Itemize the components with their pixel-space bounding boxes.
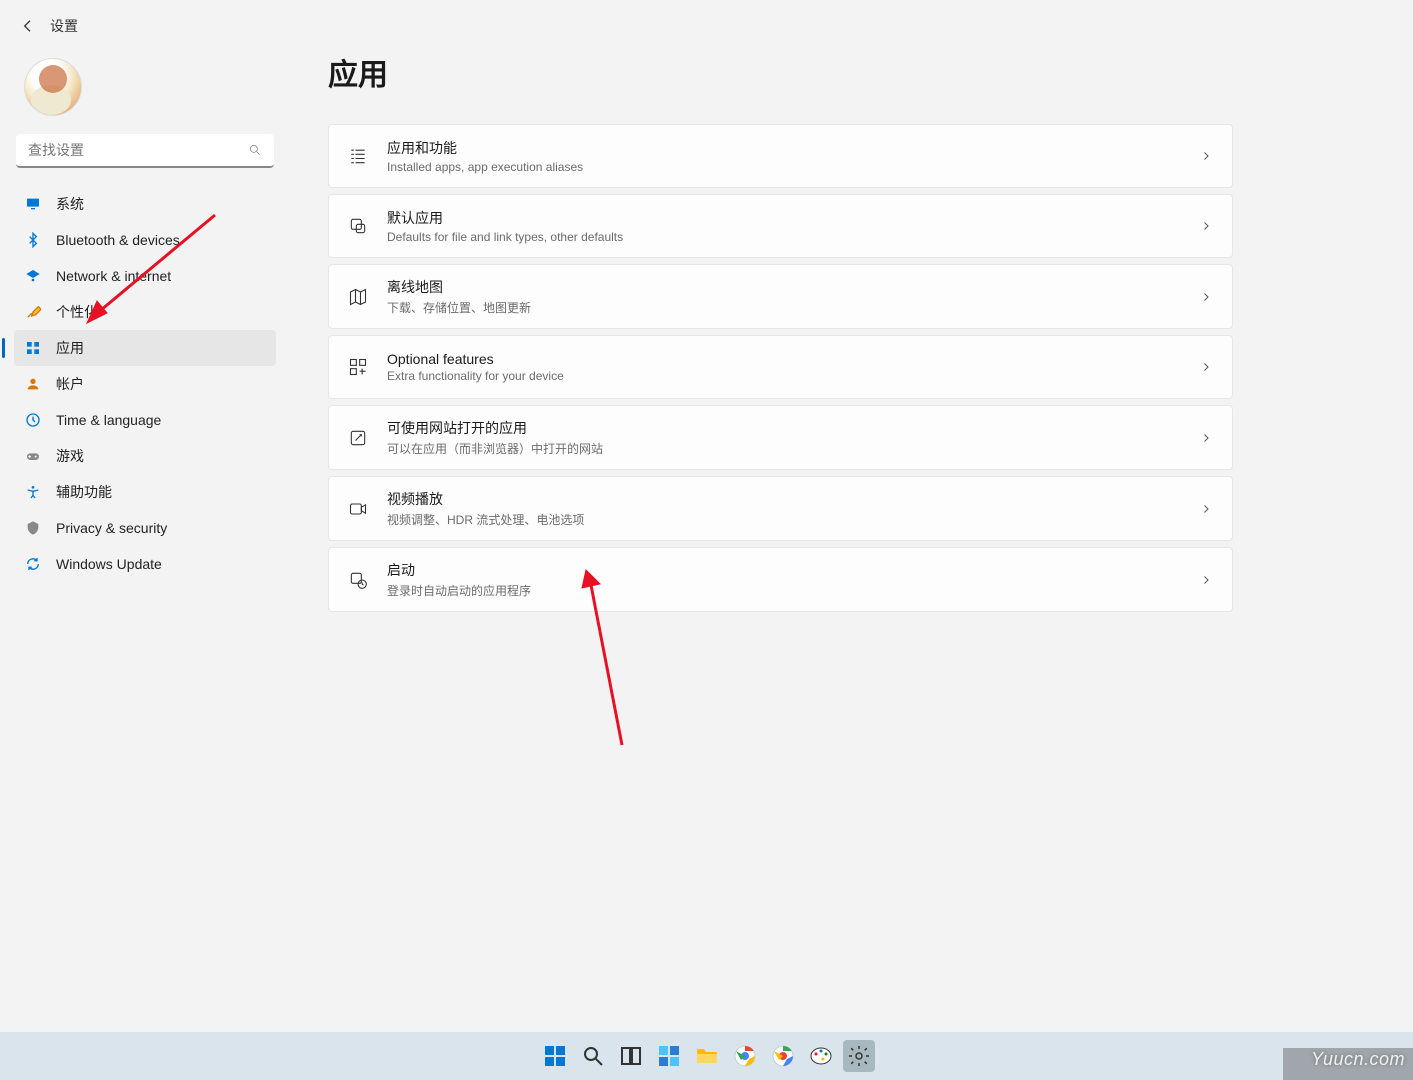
brush-icon [24,303,42,321]
settings-card-startup[interactable]: 启动登录时自动启动的应用程序 [328,547,1233,612]
time-icon [24,411,42,429]
card-subtitle: Extra functionality for your device [387,369,1200,383]
header-title: 设置 [50,16,78,36]
settings-taskbar-icon[interactable] [843,1040,875,1072]
window-header: 设置 [0,0,1413,46]
map-icon [347,286,369,308]
card-subtitle: 视频调整、HDR 流式处理、电池选项 [387,511,1200,528]
card-subtitle: 可以在应用（而非浏览器）中打开的网站 [387,440,1200,457]
chevron-right-icon [1200,502,1214,516]
card-title: 视频播放 [387,489,1200,509]
update-icon [24,555,42,573]
accessibility-icon [24,483,42,501]
card-title: Optional features [387,351,1200,367]
apps-icon [24,339,42,357]
gaming-icon [24,447,42,465]
video-icon [347,498,369,520]
card-text: Optional features Extra functionality for… [387,351,1200,383]
card-title: 默认应用 [387,208,1200,228]
privacy-icon [24,519,42,537]
back-button[interactable] [20,18,36,34]
paint-icon[interactable] [805,1040,837,1072]
link-icon [347,427,369,449]
card-text: 默认应用 Defaults for file and link types, ot… [387,208,1200,244]
card-subtitle: 登录时自动启动的应用程序 [387,582,1200,599]
chevron-right-icon [1200,149,1214,163]
sidebar-item-label: 游戏 [56,446,84,466]
sidebar-item-gaming[interactable]: 游戏 [14,438,276,474]
card-subtitle: 下载、存储位置、地图更新 [387,299,1200,316]
widgets-icon[interactable] [653,1040,685,1072]
sidebar: 系统 Bluetooth & devices Network & internet 个… [0,42,290,582]
task-view-icon[interactable] [615,1040,647,1072]
taskbar-search-icon[interactable] [577,1040,609,1072]
card-title: 应用和功能 [387,138,1200,158]
chevron-right-icon [1200,219,1214,233]
file-explorer-icon[interactable] [691,1040,723,1072]
card-title: 离线地图 [387,277,1200,297]
account-icon [24,375,42,393]
settings-card-video[interactable]: 视频播放视频调整、HDR 流式处理、电池选项 [328,476,1233,541]
chevron-right-icon [1200,360,1214,374]
grid-icon [347,356,369,378]
card-text: 启动登录时自动启动的应用程序 [387,560,1200,599]
settings-card-link[interactable]: 可使用网站打开的应用可以在应用（而非浏览器）中打开的网站 [328,405,1233,470]
card-text: 可使用网站打开的应用可以在应用（而非浏览器）中打开的网站 [387,418,1200,457]
card-title: 可使用网站打开的应用 [387,418,1200,438]
card-text: 离线地图下载、存储位置、地图更新 [387,277,1200,316]
sidebar-item-label: 系统 [56,194,84,214]
taskbar [0,1032,1413,1080]
nav-list: 系统 Bluetooth & devices Network & internet 个… [14,186,276,582]
settings-card-grid[interactable]: Optional features Extra functionality for… [328,335,1233,399]
chrome-canary-icon[interactable] [767,1040,799,1072]
sidebar-item-label: Network & internet [56,268,171,284]
search-box [16,134,274,168]
sidebar-item-bluetooth[interactable]: Bluetooth & devices [14,222,276,258]
sidebar-item-label: 辅助功能 [56,482,112,502]
card-text: 应用和功能 Installed apps, app execution alias… [387,138,1200,174]
card-subtitle: Installed apps, app execution aliases [387,160,1200,174]
start-button[interactable] [539,1040,571,1072]
user-avatar[interactable] [24,58,82,116]
settings-card-list: 应用和功能 Installed apps, app execution alias… [328,124,1233,612]
sidebar-item-network[interactable]: Network & internet [14,258,276,294]
search-icon [248,143,264,159]
card-subtitle: Defaults for file and link types, other … [387,230,1200,244]
sidebar-item-label: Windows Update [56,556,162,572]
sidebar-item-label: Time & language [56,412,161,428]
sidebar-item-update[interactable]: Windows Update [14,546,276,582]
card-title: 启动 [387,560,1200,580]
main-content: 应用 应用和功能 Installed apps, app execution al… [328,50,1233,618]
sidebar-item-label: Bluetooth & devices [56,232,180,248]
sidebar-item-accessibility[interactable]: 辅助功能 [14,474,276,510]
sidebar-item-label: 个性化 [56,302,98,322]
chevron-right-icon [1200,290,1214,304]
settings-card-default[interactable]: 默认应用 Defaults for file and link types, ot… [328,194,1233,258]
sidebar-item-apps[interactable]: 应用 [14,330,276,366]
default-icon [347,215,369,237]
sidebar-item-brush[interactable]: 个性化 [14,294,276,330]
card-text: 视频播放视频调整、HDR 流式处理、电池选项 [387,489,1200,528]
chevron-right-icon [1200,431,1214,445]
settings-card-list[interactable]: 应用和功能 Installed apps, app execution alias… [328,124,1233,188]
list-icon [347,145,369,167]
sidebar-item-label: Privacy & security [56,520,167,536]
sidebar-item-account[interactable]: 帐户 [14,366,276,402]
sidebar-item-privacy[interactable]: Privacy & security [14,510,276,546]
startup-icon [347,569,369,591]
chrome-icon[interactable] [729,1040,761,1072]
network-icon [24,267,42,285]
settings-card-map[interactable]: 离线地图下载、存储位置、地图更新 [328,264,1233,329]
search-input[interactable] [16,134,274,168]
sidebar-item-label: 帐户 [56,374,84,394]
sidebar-item-time[interactable]: Time & language [14,402,276,438]
sidebar-item-label: 应用 [56,338,84,358]
page-title: 应用 [328,50,1233,94]
chevron-right-icon [1200,573,1214,587]
sidebar-item-system[interactable]: 系统 [14,186,276,222]
system-icon [24,195,42,213]
bluetooth-icon [24,231,42,249]
